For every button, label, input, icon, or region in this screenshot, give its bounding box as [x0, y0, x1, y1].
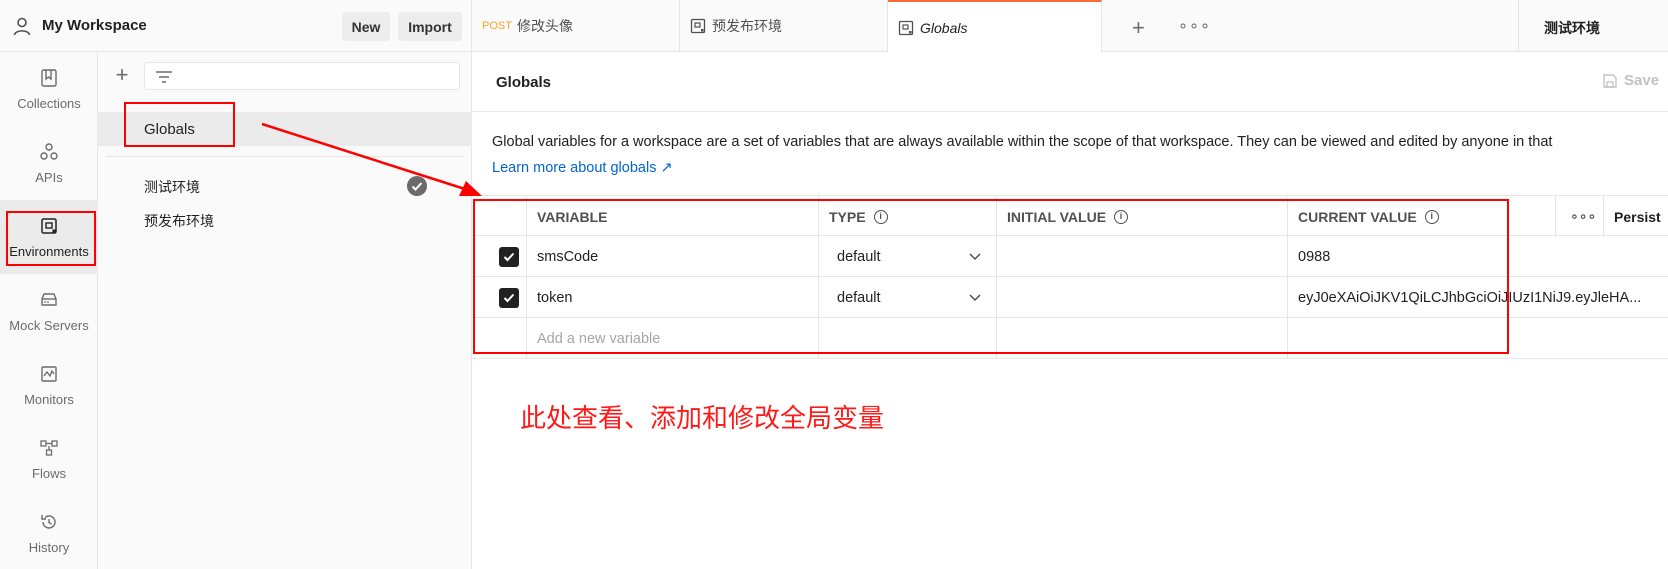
app-window: My Workspace New Import Collections APIs… — [0, 0, 1668, 569]
annotation-arrow — [261, 122, 482, 196]
annotation-text: 此处查看、添加和修改全局变量 — [520, 404, 885, 434]
